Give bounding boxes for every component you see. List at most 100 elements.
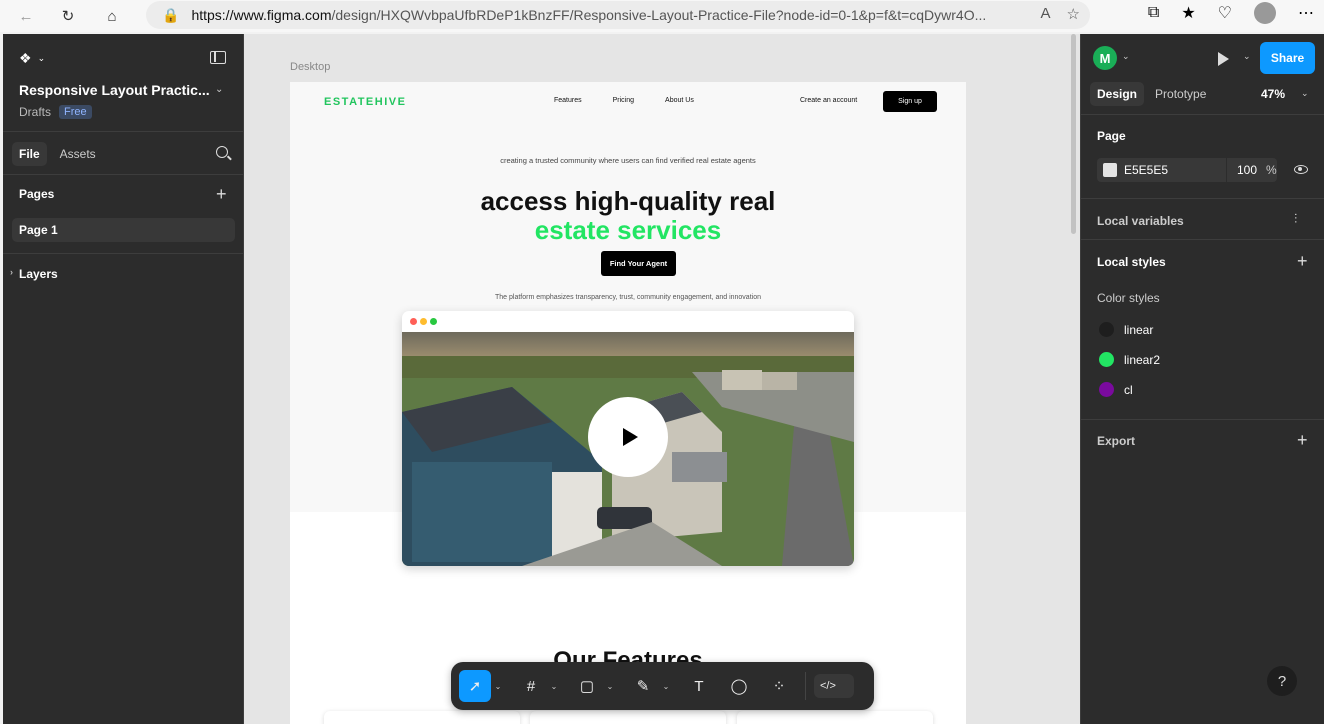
tab-assets[interactable]: Assets bbox=[53, 142, 103, 166]
performance-icon[interactable]: ♡ bbox=[1218, 3, 1232, 23]
tab-design[interactable]: Design bbox=[1090, 82, 1145, 106]
page-color-swatch[interactable] bbox=[1103, 163, 1117, 177]
search-icon[interactable] bbox=[216, 146, 228, 158]
hero-headline-accent: estate services bbox=[534, 215, 722, 245]
file-name[interactable]: Responsive Layout Practic... bbox=[19, 82, 210, 98]
lock-icon: 🔒 bbox=[162, 6, 180, 23]
shape-tool-chevron-icon[interactable]: ⌄ bbox=[603, 682, 617, 691]
extensions-icon[interactable]: ⧉ bbox=[1148, 4, 1159, 22]
feature-card bbox=[324, 711, 520, 724]
url-path: /design/HXQWvbpaUfbRDeP1kBnzFF/Responsiv… bbox=[331, 7, 987, 23]
url-host: https://www.figma.com bbox=[191, 7, 332, 23]
visibility-eye-icon[interactable] bbox=[1294, 165, 1308, 174]
hero-headline: access high-quality real bbox=[480, 186, 776, 216]
video-window-mockup bbox=[402, 311, 854, 566]
share-button[interactable]: Share bbox=[1260, 42, 1315, 74]
home-icon[interactable]: ⌂ bbox=[98, 2, 126, 30]
read-aloud-icon[interactable]: A bbox=[1041, 5, 1051, 23]
minimize-dot-icon bbox=[420, 318, 427, 325]
rectangle-tool-icon[interactable]: ▢ bbox=[571, 670, 603, 702]
tools-toolbar: ➚ ⌄ # ⌄ ▢ ⌄ ✎ ⌄ T ◯ ⁘ </> bbox=[451, 662, 874, 710]
figma-logo-icon: ❖ bbox=[19, 50, 32, 66]
actions-tool-icon[interactable]: ⁘ bbox=[763, 670, 795, 702]
variables-sliders-icon[interactable]: ⫶ bbox=[1294, 211, 1297, 227]
local-styles-header: Local styles bbox=[1097, 255, 1166, 269]
user-avatar[interactable]: M bbox=[1093, 46, 1117, 70]
back-icon[interactable]: ← bbox=[12, 2, 40, 30]
canvas[interactable]: Desktop ESTATEHIVE Features Pricing Abou… bbox=[244, 34, 1080, 724]
avatar-chevron-icon[interactable]: ⌄ bbox=[1122, 51, 1130, 62]
page-fill-opacity[interactable]: 100 bbox=[1237, 163, 1257, 177]
tab-file[interactable]: File bbox=[12, 142, 47, 166]
page-item-page-1[interactable]: Page 1 bbox=[12, 218, 235, 242]
color-style-name: linear bbox=[1124, 322, 1154, 337]
page-fill-field[interactable]: E5E5E5 100 % bbox=[1097, 158, 1277, 182]
address-bar[interactable]: 🔒 https://www.figma.com /design/HXQWvbpa… bbox=[146, 1, 1090, 29]
frame-label[interactable]: Desktop bbox=[290, 61, 330, 73]
divider bbox=[3, 131, 244, 132]
chevron-down-icon: ⌄ bbox=[37, 53, 46, 63]
pen-tool-chevron-icon[interactable]: ⌄ bbox=[659, 682, 673, 691]
site-brand-logo: ESTATEHIVE bbox=[324, 96, 407, 108]
location-label[interactable]: Drafts bbox=[19, 105, 51, 119]
layers-header: Layers bbox=[19, 267, 58, 281]
layers-section-toggle[interactable]: › Layers bbox=[10, 267, 58, 281]
color-style-item[interactable]: cl bbox=[1099, 382, 1133, 397]
nav-pricing: Pricing bbox=[612, 97, 635, 104]
pages-header: Pages bbox=[19, 187, 55, 201]
hero-tagline: creating a trusted community where users… bbox=[500, 156, 756, 165]
text-tool-icon[interactable]: T bbox=[683, 670, 715, 702]
color-style-swatch bbox=[1099, 322, 1114, 337]
reload-icon[interactable]: ↻ bbox=[54, 2, 82, 30]
add-page-icon[interactable]: + bbox=[216, 185, 227, 203]
frame-tool-chevron-icon[interactable]: ⌄ bbox=[547, 682, 561, 691]
divider bbox=[1081, 419, 1324, 420]
signup-button: Sign up bbox=[883, 91, 937, 112]
color-style-item[interactable]: linear2 bbox=[1099, 352, 1160, 367]
favorite-star-icon[interactable]: ☆ bbox=[1067, 5, 1080, 23]
zoom-chevron-icon[interactable]: ⌄ bbox=[1301, 88, 1309, 99]
add-style-icon[interactable]: + bbox=[1297, 252, 1308, 270]
dev-mode-toggle-icon[interactable]: </> bbox=[814, 674, 854, 698]
page-header: Page bbox=[1097, 129, 1126, 143]
toggle-sidebar-icon[interactable] bbox=[210, 51, 226, 64]
pen-tool-icon[interactable]: ✎ bbox=[627, 670, 659, 702]
left-sidebar: ❖ ⌄ Responsive Layout Practic... ⌄ Draft… bbox=[3, 34, 244, 724]
divider bbox=[1081, 198, 1324, 199]
color-style-item[interactable]: linear bbox=[1099, 322, 1153, 337]
favorites-icon[interactable]: ★ bbox=[1181, 3, 1195, 23]
file-menu-chevron-icon[interactable]: ⌄ bbox=[215, 84, 223, 95]
color-style-name: cl bbox=[1124, 382, 1133, 397]
desktop-frame[interactable]: ESTATEHIVE Features Pricing About Us Cre… bbox=[290, 82, 966, 724]
feature-card bbox=[737, 711, 933, 724]
move-tool-chevron-icon[interactable]: ⌄ bbox=[491, 682, 505, 691]
field-divider bbox=[1226, 158, 1227, 182]
add-export-icon[interactable]: + bbox=[1297, 431, 1308, 449]
hero-subtext: The platform emphasizes transparency, tr… bbox=[494, 294, 761, 301]
zoom-level[interactable]: 47% bbox=[1261, 87, 1285, 101]
move-tool-icon[interactable]: ➚ bbox=[459, 670, 491, 702]
right-sidebar: M ⌄ ⌄ Share Design Prototype 47% ⌄ Page … bbox=[1080, 34, 1324, 724]
present-play-icon[interactable] bbox=[1218, 52, 1229, 66]
site-nav: Features Pricing About Us bbox=[554, 97, 694, 104]
help-button[interactable]: ? bbox=[1267, 666, 1297, 696]
more-menu-icon[interactable]: ⋯ bbox=[1298, 3, 1314, 23]
find-agent-button: Find Your Agent bbox=[601, 251, 676, 276]
toolbar-divider bbox=[805, 672, 806, 700]
local-variables-header[interactable]: Local variables bbox=[1097, 214, 1184, 228]
color-style-swatch bbox=[1099, 382, 1114, 397]
present-chevron-icon[interactable]: ⌄ bbox=[1243, 51, 1251, 62]
main-menu-button[interactable]: ❖ ⌄ bbox=[19, 50, 45, 67]
tab-prototype[interactable]: Prototype bbox=[1148, 82, 1213, 106]
plan-badge: Free bbox=[59, 105, 92, 119]
frame-tool-icon[interactable]: # bbox=[515, 670, 547, 702]
chevron-right-icon: › bbox=[10, 267, 13, 277]
profile-avatar[interactable] bbox=[1254, 2, 1276, 24]
window-dots bbox=[410, 318, 437, 325]
page-fill-hex[interactable]: E5E5E5 bbox=[1124, 163, 1168, 177]
color-styles-header: Color styles bbox=[1097, 291, 1160, 305]
comment-tool-icon[interactable]: ◯ bbox=[723, 670, 755, 702]
export-header[interactable]: Export bbox=[1097, 434, 1135, 448]
nav-features: Features bbox=[554, 97, 582, 104]
canvas-scrollbar[interactable] bbox=[1071, 34, 1076, 234]
